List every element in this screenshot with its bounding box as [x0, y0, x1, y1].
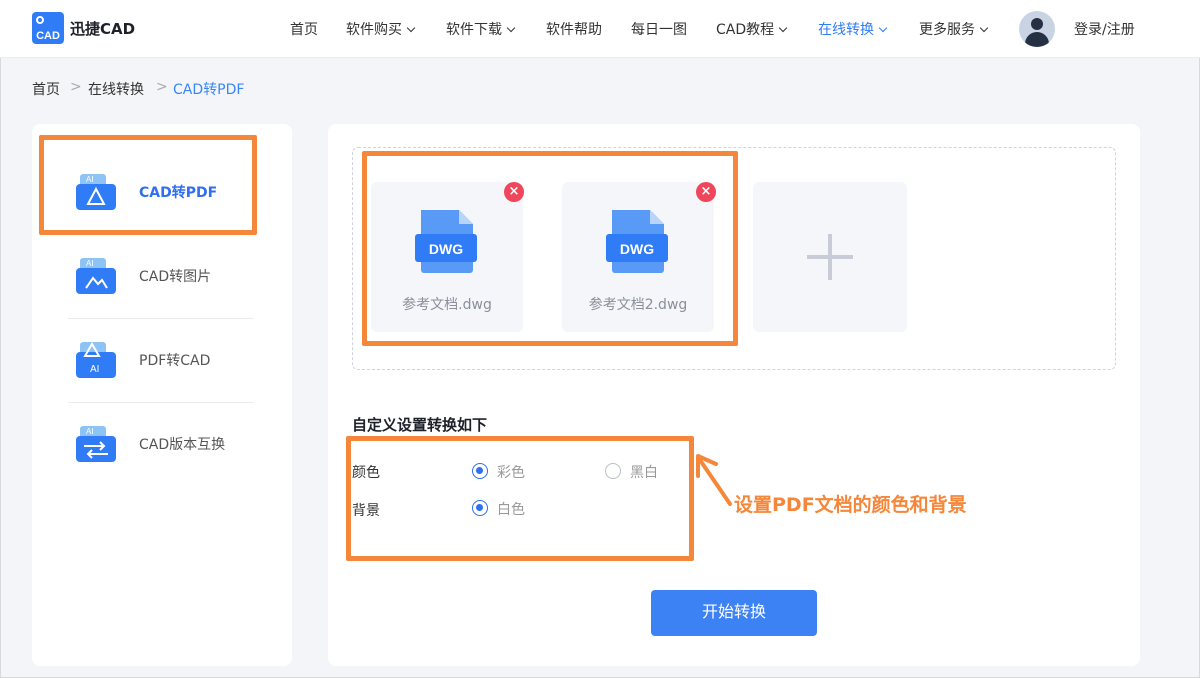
highlight-box-settings: [346, 436, 694, 561]
cad-version-convert-icon: AI: [76, 426, 116, 462]
highlight-box-files: [362, 151, 738, 346]
chevron-down-icon: [506, 23, 516, 33]
nav-online-convert[interactable]: 在线转换: [818, 19, 888, 39]
sidebar-item-label: CAD版本互换: [139, 437, 226, 453]
nav-more-label: 更多服务: [919, 22, 975, 38]
nav-home[interactable]: 首页: [290, 19, 318, 39]
nav-tutorial[interactable]: CAD教程: [716, 19, 788, 39]
chevron-down-icon: [778, 23, 788, 33]
logo-badge-text: CAD: [36, 30, 60, 42]
chevron-down-icon: [878, 23, 888, 33]
login-register-link[interactable]: 登录/注册: [1074, 19, 1135, 39]
logo-icon: CAD: [32, 12, 64, 44]
settings-title: 自定义设置转换如下: [352, 416, 488, 434]
pdf-to-cad-icon: AI: [76, 342, 116, 378]
plus-icon: [828, 234, 832, 280]
cad-to-image-icon: AI: [76, 258, 116, 294]
svg-text:AI: AI: [86, 259, 94, 268]
nav-more-services[interactable]: 更多服务: [919, 19, 989, 39]
nav-help[interactable]: 软件帮助: [546, 19, 602, 39]
top-navigation-bar: CAD 迅捷CAD 首页 软件购买 软件下载 软件帮助 每日一图 CAD教程 在…: [0, 0, 1200, 58]
nav-download[interactable]: 软件下载: [446, 19, 516, 39]
sidebar-item-label: PDF转CAD: [139, 353, 211, 369]
add-file-button[interactable]: [753, 182, 907, 332]
annotation-note: 设置PDF文档的颜色和背景: [734, 494, 967, 516]
nav-buy-label: 软件购买: [346, 22, 402, 38]
nav-online-label: 在线转换: [818, 22, 874, 38]
start-conversion-button[interactable]: 开始转换: [651, 590, 817, 636]
nav-download-label: 软件下载: [446, 22, 502, 38]
user-avatar-icon[interactable]: [1019, 11, 1055, 47]
nav-buy[interactable]: 软件购买: [346, 19, 416, 39]
nav-tutorial-label: CAD教程: [716, 22, 775, 38]
breadcrumb-separator: >: [156, 79, 168, 95]
sidebar-item-label: CAD转图片: [139, 269, 212, 285]
annotation-arrow-icon: [696, 454, 732, 506]
breadcrumb-separator: >: [70, 79, 82, 95]
chevron-down-icon: [979, 23, 989, 33]
nav-daily[interactable]: 每日一图: [631, 19, 687, 39]
chevron-down-icon: [406, 23, 416, 33]
breadcrumb-current: CAD转PDF: [173, 82, 245, 98]
svg-text:AI: AI: [86, 427, 94, 436]
sidebar-item-cad-version-convert[interactable]: AI CAD版本互换: [32, 402, 292, 486]
sidebar-item-cad-to-image[interactable]: AI CAD转图片: [32, 234, 292, 318]
highlight-box-sidebar: [39, 135, 257, 235]
sidebar-item-pdf-to-cad[interactable]: AI PDF转CAD: [32, 318, 292, 402]
breadcrumb-online-convert[interactable]: 在线转换: [88, 79, 144, 99]
site-logo[interactable]: CAD 迅捷CAD: [32, 12, 135, 44]
logo-text: 迅捷CAD: [70, 19, 136, 38]
svg-text:AI: AI: [90, 364, 99, 375]
breadcrumb-home[interactable]: 首页: [32, 79, 60, 99]
